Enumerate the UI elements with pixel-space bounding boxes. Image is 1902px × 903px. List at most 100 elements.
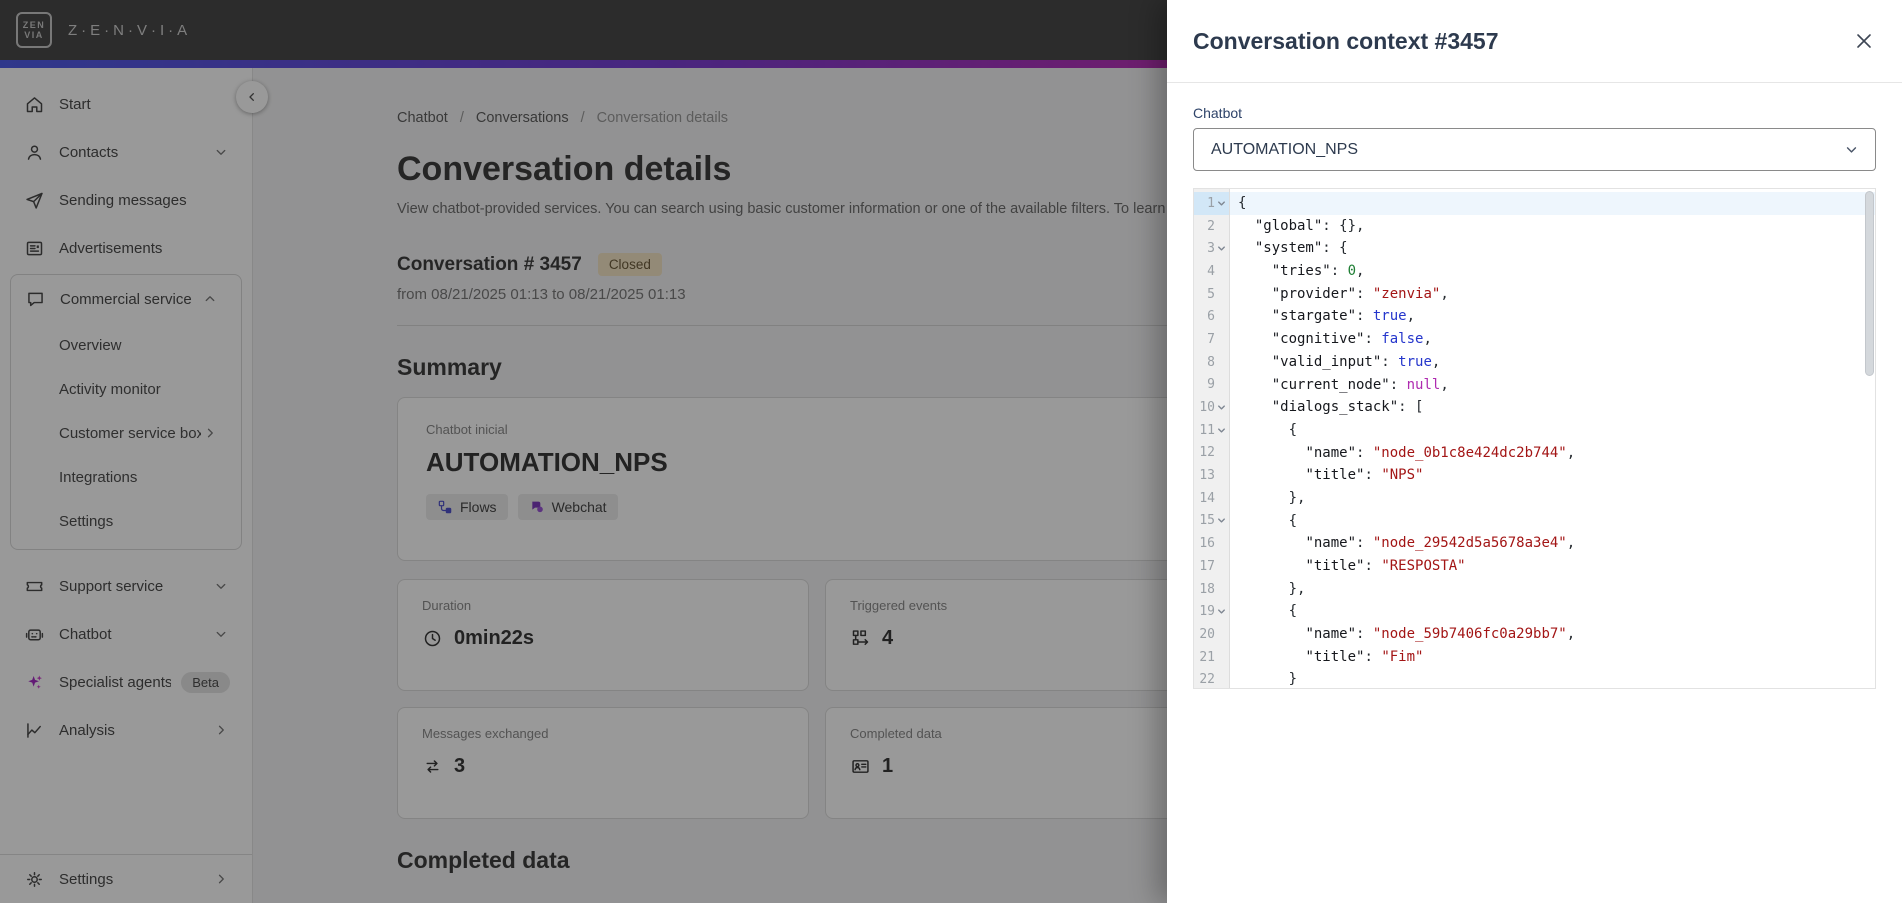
fold-toggle-icon[interactable] <box>1216 243 1227 254</box>
code-line-4: "tries": 0, <box>1230 260 1875 283</box>
gutter-line-13: 13 <box>1194 464 1229 487</box>
gutter-line-4: 4 <box>1194 260 1229 283</box>
code-line-13: "title": "NPS" <box>1230 464 1875 487</box>
token-p: , <box>1440 285 1449 302</box>
token-p <box>1238 535 1305 551</box>
code-line-18: }, <box>1230 578 1875 601</box>
code-line-15: { <box>1230 510 1875 533</box>
editor-gutter: 1 2 3 4 5 6 7 8 9 10 11 12 13 14 15 16 17 18 19 20 21 22 <box>1194 189 1230 688</box>
token-p: , <box>1566 535 1576 552</box>
gutter-line-7: 7 <box>1194 328 1229 351</box>
gutter-line-18: 18 <box>1194 578 1229 601</box>
token-p <box>1238 377 1272 393</box>
fold-toggle-icon[interactable] <box>1216 606 1227 617</box>
fold-toggle-icon[interactable] <box>1216 198 1227 209</box>
line-number: 9 <box>1207 377 1215 393</box>
token-k: "current_node" <box>1271 376 1390 393</box>
token-b: true <box>1398 353 1432 370</box>
gutter-line-3: 3 <box>1194 237 1229 260</box>
token-p: , <box>1566 626 1576 643</box>
chatbot-select[interactable]: AUTOMATION_NPS <box>1193 128 1876 171</box>
token-p: : <box>1330 263 1348 280</box>
token-p: : <box>1356 626 1373 643</box>
code-line-22: } <box>1230 668 1875 688</box>
token-p: : [ <box>1398 399 1424 416</box>
fold-toggle-icon[interactable] <box>1216 515 1227 526</box>
token-p <box>1238 263 1272 279</box>
token-p: : <box>1356 444 1373 461</box>
line-number: 6 <box>1207 309 1215 325</box>
token-k: "cognitive" <box>1271 331 1365 348</box>
line-number: 19 <box>1199 604 1215 620</box>
line-number: 5 <box>1207 286 1215 302</box>
token-p: : <box>1381 353 1399 370</box>
gutter-line-14: 14 <box>1194 487 1229 510</box>
chatbot-select-value: AUTOMATION_NPS <box>1211 140 1358 158</box>
token-p: : { <box>1322 240 1348 257</box>
gutter-line-17: 17 <box>1194 555 1229 578</box>
token-p: }, <box>1238 580 1306 597</box>
token-p: : <box>1356 535 1373 552</box>
token-k: "title" <box>1305 467 1365 484</box>
token-s: "node_59b7406fc0a29bb7" <box>1372 626 1567 643</box>
token-k: "stargate" <box>1271 308 1357 325</box>
modal-overlay[interactable] <box>0 0 1167 903</box>
token-p: : <box>1389 376 1407 393</box>
chatbot-select-label: Chatbot <box>1193 105 1243 121</box>
line-number: 8 <box>1207 354 1215 370</box>
gutter-line-9: 9 <box>1194 374 1229 397</box>
token-p: : <box>1356 308 1373 325</box>
code-line-17: "title": "RESPOSTA" <box>1230 555 1875 578</box>
token-p: , <box>1423 331 1432 348</box>
token-p: } <box>1238 671 1298 688</box>
fold-toggle-icon[interactable] <box>1216 402 1227 413</box>
token-s: "NPS" <box>1381 467 1424 484</box>
code-line-20: "name": "node_59b7406fc0a29bb7", <box>1230 623 1875 646</box>
code-line-7: "cognitive": false, <box>1230 328 1875 351</box>
code-line-21: "title": "Fim" <box>1230 646 1875 669</box>
token-k: "system" <box>1254 240 1323 257</box>
token-p: : <box>1356 285 1373 302</box>
token-s: "RESPOSTA" <box>1381 558 1466 574</box>
json-code-editor[interactable]: 1 2 3 4 5 6 7 8 9 10 11 12 13 14 15 16 17 18 19 20 21 22 { "g… <box>1193 188 1876 689</box>
gutter-line-15: 15 <box>1194 510 1229 533</box>
token-s: "node_29542d5a5678a3e4" <box>1372 535 1567 552</box>
token-s: "node_0b1c8e424dc2b744" <box>1372 444 1567 461</box>
gutter-line-1: 1 <box>1194 192 1229 215</box>
token-p <box>1238 649 1305 665</box>
token-p <box>1238 240 1255 256</box>
token-b: true <box>1372 308 1407 325</box>
token-p <box>1238 558 1305 574</box>
token-p <box>1238 218 1255 234</box>
code-line-5: "provider": "zenvia", <box>1230 283 1875 306</box>
gutter-line-10: 10 <box>1194 396 1229 419</box>
token-p: }, <box>1238 489 1306 506</box>
token-n: 0 <box>1347 263 1357 280</box>
token-b: false <box>1381 331 1424 348</box>
token-k: "name" <box>1305 535 1357 552</box>
token-p <box>1238 445 1305 461</box>
line-number: 20 <box>1199 626 1215 642</box>
fold-toggle-icon[interactable] <box>1216 425 1227 436</box>
gutter-line-19: 19 <box>1194 600 1229 623</box>
code-line-8: "valid_input": true, <box>1230 351 1875 374</box>
line-number: 18 <box>1199 581 1215 597</box>
drawer-title: Conversation context #3457 <box>1193 27 1499 54</box>
close-icon[interactable] <box>1852 29 1876 53</box>
token-p: : {}, <box>1322 217 1365 234</box>
gutter-line-22: 22 <box>1194 668 1229 688</box>
token-s: "zenvia" <box>1372 285 1441 302</box>
editor-scrollbar-thumb[interactable] <box>1865 191 1874 376</box>
line-number: 7 <box>1207 331 1215 347</box>
